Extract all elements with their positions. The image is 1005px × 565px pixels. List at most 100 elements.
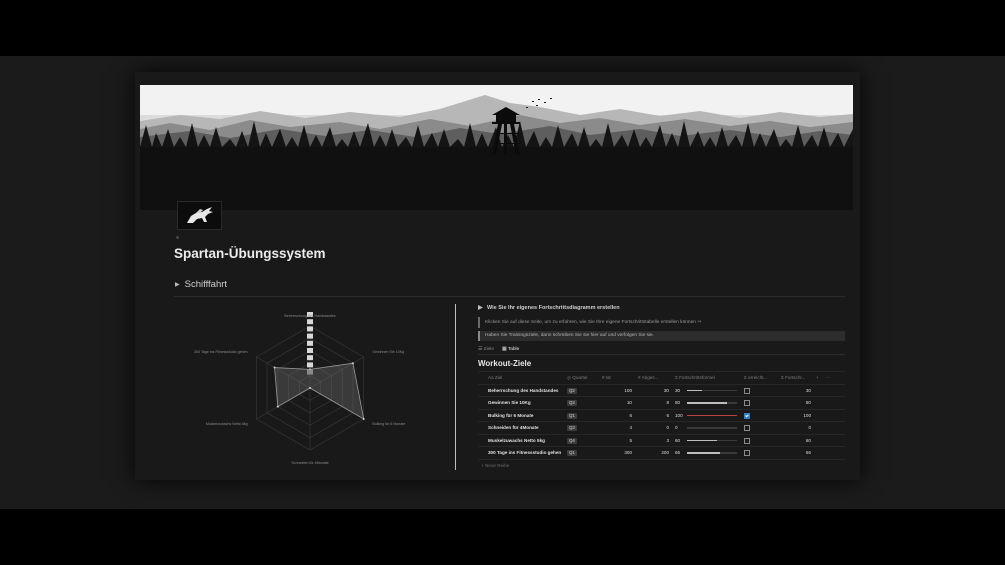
quarter-badge: Q1	[567, 450, 577, 456]
new-row-button[interactable]: + Neue Reihe	[478, 460, 845, 471]
column-header-ist[interactable]: # Ist	[602, 372, 632, 384]
progress-bar-fill	[687, 439, 717, 441]
ist-value[interactable]: 100	[602, 385, 632, 397]
column-divider	[455, 304, 456, 470]
page-title: Spartan-Übungssystem	[174, 246, 326, 261]
abgeschlossen-value[interactable]: 30	[638, 385, 669, 397]
formula-value: 80	[675, 400, 681, 405]
radar-axis-label: Gewinnen Sie 10Kg	[372, 350, 404, 354]
goal-name[interactable]: Gewinnen Sie 10Kg	[488, 397, 531, 409]
quarter-badge: Q1	[567, 412, 577, 419]
table-row[interactable]: Schneiden für 4Monate Q3 4 0 0 0	[478, 422, 845, 435]
table-row[interactable]: 300 Tage ins Fitnessstudio gehen Q1 300 200…	[478, 447, 845, 460]
quarter-badge: Q2	[567, 400, 577, 406]
table-header: Aa Ziel ◎ Quartal # Ist # Abges... Σ For…	[478, 371, 845, 385]
column-header-erreicht[interactable]: Σ erreicht...	[744, 372, 767, 384]
radar-axis-label: Bulking für 6 Monate	[372, 422, 405, 426]
notion-page-window: Spartan-Übungssystem ▶ Schifffahrt Beherr…	[135, 72, 860, 480]
progress-bar	[687, 389, 737, 391]
progress-bar	[687, 452, 737, 454]
radar-axis-label: Schneiden für 4Monate	[291, 461, 328, 465]
tab-ziele[interactable]: ☰ Ziele	[478, 345, 494, 354]
toggle-label: Schifffahrt	[184, 279, 228, 290]
quote-link[interactable]: Klicken Sie auf diese Seite, um zu erfah…	[478, 317, 842, 328]
radar-data-point	[276, 405, 279, 408]
quarter-cell[interactable]: Q1	[567, 410, 577, 422]
formula-value: 30	[675, 387, 681, 393]
table-row[interactable]: Muskelzuwachs Netto 5kg Q4 5 3 60 60	[478, 435, 845, 447]
view-tabs: ☰ Ziele ▦ Table	[478, 345, 527, 355]
formula-value: 0	[675, 425, 678, 430]
radar-legend-square	[307, 340, 313, 346]
abgeschlossen-value[interactable]: 8	[638, 397, 669, 409]
fortschritt-value: 80	[805, 400, 811, 405]
quarter-cell[interactable]: Q4	[567, 435, 577, 447]
ist-value[interactable]: 5	[602, 435, 632, 447]
table-row[interactable]: Gewinnen Sie 10Kg Q2 10 8 80 80	[478, 397, 845, 410]
tabs-underline	[478, 354, 845, 355]
goal-name[interactable]: Bulking für 6 Monate	[488, 410, 533, 422]
abgeschlossen-value[interactable]: 200	[638, 447, 669, 459]
quarter-cell[interactable]: Q3	[567, 422, 577, 434]
fortschritt-value: 66	[805, 450, 811, 455]
radar-data-point	[309, 387, 311, 389]
quarter-cell[interactable]: Q2	[567, 385, 577, 397]
quarter-badge: Q4	[567, 437, 577, 444]
reached-checkbox[interactable]	[744, 450, 750, 456]
radar-data-point	[351, 362, 354, 365]
radar-legend-square	[307, 333, 313, 339]
column-header-quartal[interactable]: ◎ Quartal	[567, 372, 587, 384]
table-row[interactable]: Beherrschung des Handstandes Q2 100 30 30 30	[478, 385, 845, 397]
radar-legend-square	[307, 362, 313, 368]
reached-checkbox[interactable]	[744, 387, 750, 394]
quarter-cell[interactable]: Q2	[567, 397, 577, 409]
column-header-ziel[interactable]: Aa Ziel	[488, 372, 502, 384]
abgeschlossen-value[interactable]: 6	[638, 410, 669, 422]
progress-bar	[687, 427, 737, 429]
database-title[interactable]: Workout-Ziele	[478, 359, 531, 368]
add-column-button[interactable]: +	[816, 372, 819, 384]
abgeschlossen-value[interactable]: 3	[638, 435, 669, 447]
radar-legend-square	[307, 348, 313, 353]
ist-value[interactable]: 300	[602, 447, 632, 459]
goal-name[interactable]: Muskelzuwachs Netto 5kg	[488, 435, 545, 447]
goal-name[interactable]: Beherrschung des Handstandes	[488, 385, 558, 397]
abgeschlossen-value[interactable]: 0	[638, 422, 669, 434]
fortschritt-value: 30	[805, 387, 811, 393]
radar-legend-square	[307, 319, 313, 325]
ist-value[interactable]: 10	[602, 397, 632, 409]
reached-checkbox[interactable]	[744, 412, 750, 419]
reached-checkbox[interactable]	[744, 425, 750, 431]
radar-chart: Beherrschung des Handstandes Gewinnen Sie…	[185, 300, 435, 472]
fortschritt-value: 100	[803, 412, 811, 418]
page-icon-warrior[interactable]	[177, 201, 222, 230]
quarter-cell[interactable]: Q1	[567, 447, 577, 459]
formula-value: 66	[675, 450, 681, 455]
column-header-abgeschlossen[interactable]: # Abges...	[638, 372, 669, 384]
progress-bar-fill	[687, 402, 727, 404]
goal-name[interactable]: Schneiden für 4Monate	[488, 422, 539, 434]
radar-data-area	[274, 362, 365, 420]
quarter-badge: Q2	[567, 387, 577, 394]
fortschritt-value: 60	[805, 437, 811, 443]
divider	[174, 296, 845, 297]
toggle-triangle-icon[interactable]: ▶	[175, 282, 180, 288]
progress-bar	[687, 439, 737, 441]
ist-value[interactable]: 6	[602, 410, 632, 422]
reached-checkbox[interactable]	[744, 437, 750, 444]
goals-table: Aa Ziel ◎ Quartal # Ist # Abges... Σ For…	[478, 371, 845, 471]
callout-heading: Wie Sie Ihr eigenes Fortschrittsdiagramm…	[478, 305, 620, 311]
more-options-button[interactable]: ···	[826, 372, 831, 384]
quote-instruction: Haben Sie Trainingsziele, dann schreiben…	[478, 331, 845, 341]
column-header-fortschrittsformel[interactable]: Σ Fortschrittsformel	[675, 372, 715, 384]
formula-value: 100	[675, 412, 683, 418]
reached-checkbox[interactable]	[744, 400, 750, 406]
radar-axis-label: 300 Tage ins Fitnessstudio gehen	[194, 350, 247, 354]
goal-name[interactable]: 300 Tage ins Fitnessstudio gehen	[488, 447, 561, 459]
radar-legend-square	[307, 369, 313, 375]
ist-value[interactable]: 4	[602, 422, 632, 434]
table-row[interactable]: Bulking für 6 Monate Q1 6 6 100 100	[478, 410, 845, 422]
toggle-block[interactable]: ▶ Schifffahrt	[175, 279, 227, 290]
flag-icon	[478, 305, 483, 311]
column-header-fortschritt[interactable]: Σ Fortschr...	[781, 372, 811, 384]
